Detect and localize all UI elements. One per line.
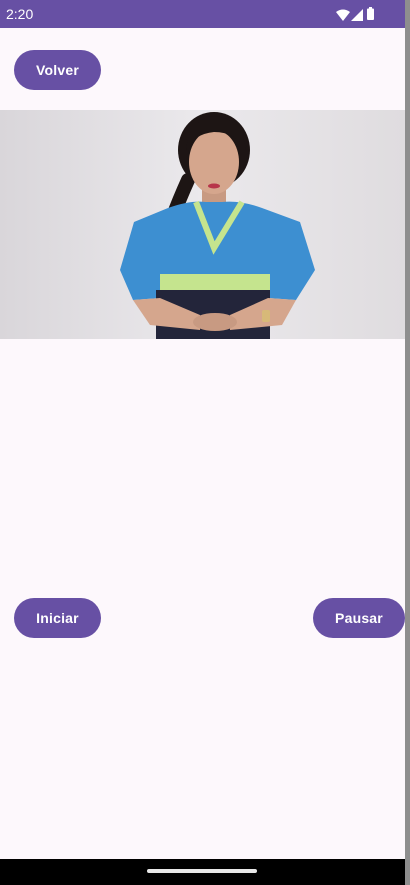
start-button[interactable]: Iniciar	[14, 598, 101, 638]
navigation-bar	[0, 859, 405, 885]
status-icons	[336, 6, 378, 22]
device-frame-edge	[405, 0, 410, 885]
wifi-icon	[336, 8, 350, 26]
pause-button[interactable]: Pausar	[313, 598, 405, 638]
back-button[interactable]: Volver	[14, 50, 101, 90]
battery-icon	[367, 7, 374, 25]
status-time: 2:20	[6, 6, 34, 22]
signal-icon	[351, 8, 363, 26]
video-frame-image	[0, 110, 405, 339]
video-player[interactable]	[0, 110, 405, 339]
status-bar: 2:20	[0, 0, 405, 28]
home-handle[interactable]	[147, 869, 257, 873]
